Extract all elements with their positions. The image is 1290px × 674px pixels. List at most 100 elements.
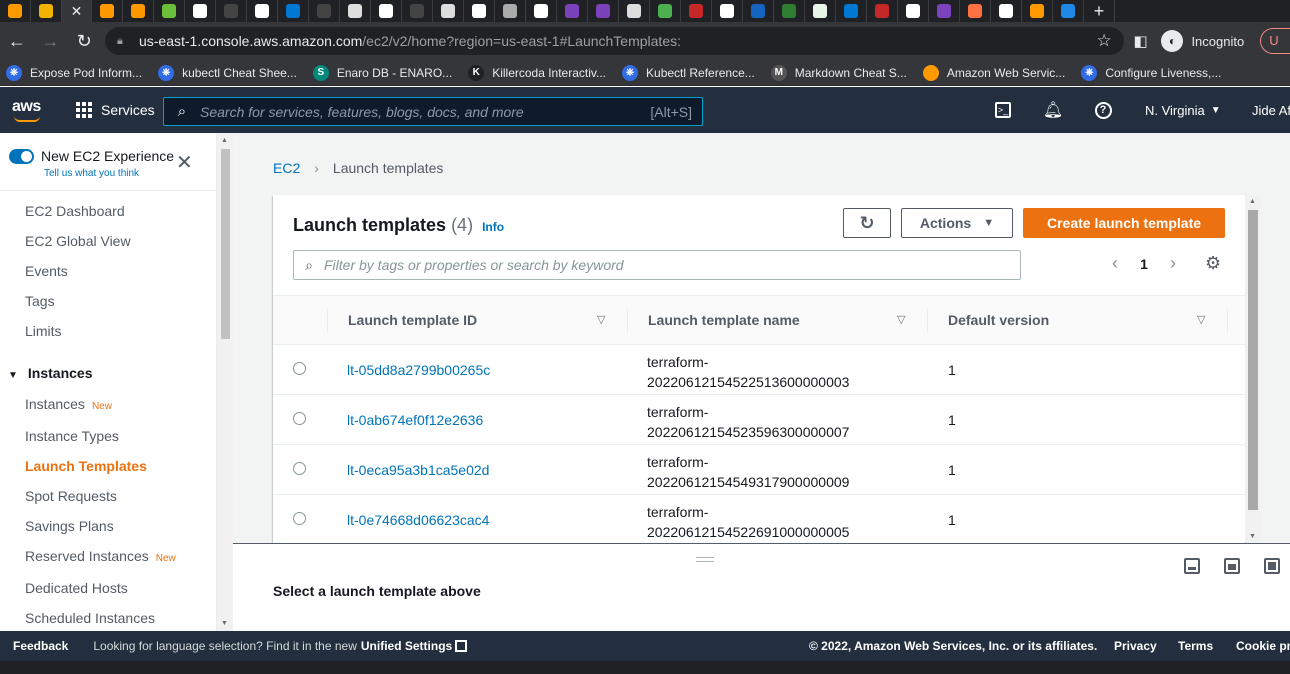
- sidebar-item-limits[interactable]: Limits: [25, 323, 62, 339]
- filter-box[interactable]: ⌕: [293, 250, 1021, 280]
- aws-logo[interactable]: aws: [12, 95, 44, 125]
- bookmark-item[interactable]: ⎈ kubectl Cheat Shee...: [158, 64, 297, 81]
- google-tab-3[interactable]: [371, 0, 402, 22]
- tab-doc[interactable]: [340, 0, 371, 22]
- gear-icon[interactable]: ⚙: [1205, 253, 1221, 274]
- aws-tab-3[interactable]: [92, 0, 123, 22]
- sidebar-scroll-thumb[interactable]: [221, 149, 230, 339]
- aws-tab-2[interactable]: [31, 0, 62, 22]
- table-row[interactable]: lt-0ab674ef0f12e2636 terraform- 2022061215…: [273, 395, 1245, 445]
- row-select-radio[interactable]: [293, 412, 306, 425]
- row-select-radio[interactable]: [293, 512, 306, 525]
- terraform-tab-2[interactable]: [588, 0, 619, 22]
- feedback-link[interactable]: Tell us what you think: [44, 168, 139, 179]
- scroll-down-arrow[interactable]: ▼: [221, 620, 228, 627]
- column-header-id[interactable]: Launch template ID: [348, 312, 477, 328]
- bookmark-item[interactable]: K Killercoda Interactiv...: [468, 64, 606, 81]
- terms-link[interactable]: Terms: [1178, 639, 1213, 653]
- region-selector[interactable]: N. Virginia ▼: [1145, 87, 1221, 133]
- aws-search-box[interactable]: ⌕ [Alt+S]: [163, 97, 703, 126]
- tab-vs[interactable]: [619, 0, 650, 22]
- tab-green[interactable]: [774, 0, 805, 22]
- bookmark-item[interactable]: Amazon Web Servic...: [922, 64, 1065, 81]
- pane-full-icon[interactable]: [1264, 558, 1280, 574]
- google-tab-6[interactable]: [991, 0, 1022, 22]
- template-id-link[interactable]: lt-0ab674ef0f12e2636: [347, 412, 483, 428]
- google-tab-4[interactable]: [464, 0, 495, 22]
- sort-icon[interactable]: ▽: [1197, 313, 1205, 326]
- hashicorp-tab[interactable]: [526, 0, 557, 22]
- template-id-link[interactable]: lt-0eca95a3b1ca5e02d: [347, 462, 489, 478]
- next-page-icon[interactable]: ›: [1161, 253, 1185, 274]
- incognito-indicator[interactable]: ◐ Incognito: [1161, 30, 1244, 52]
- actions-button[interactable]: Actions ▼: [901, 208, 1013, 238]
- column-header-version[interactable]: Default version: [948, 312, 1049, 328]
- github-tab-1[interactable]: [309, 0, 340, 22]
- main-scroll-thumb[interactable]: [1248, 210, 1258, 510]
- column-header-name[interactable]: Launch template name: [648, 312, 800, 328]
- sidebar-item-instance-types[interactable]: Instance Types: [25, 428, 119, 444]
- cloudshell-icon[interactable]: >_: [992, 87, 1014, 133]
- create-launch-template-button[interactable]: Create launch template: [1023, 208, 1225, 238]
- services-menu-button[interactable]: Services: [76, 102, 155, 118]
- scroll-up-arrow[interactable]: ▲: [1249, 198, 1256, 205]
- template-id-link[interactable]: lt-05dd8a2799b00265c: [347, 362, 490, 378]
- aws-tab-5[interactable]: [1022, 0, 1053, 22]
- filter-input[interactable]: [324, 257, 1020, 273]
- terraform-tab-1[interactable]: [557, 0, 588, 22]
- download-tab[interactable]: [650, 0, 681, 22]
- account-menu[interactable]: Jide Af: [1252, 87, 1290, 133]
- pane-side-icon[interactable]: [1224, 558, 1240, 574]
- new-experience-toggle[interactable]: [9, 149, 34, 164]
- table-row[interactable]: lt-0eca95a3b1ca5e02d terraform- 2022061215…: [273, 445, 1245, 495]
- tab-white-green[interactable]: [805, 0, 836, 22]
- table-row[interactable]: lt-0e74668d06623cac4 terraform- 2022061215…: [273, 495, 1245, 545]
- bookmark-star-icon[interactable]: ☆: [1097, 31, 1112, 51]
- bookmark-item[interactable]: M Markdown Cheat S...: [770, 64, 907, 81]
- bell-icon[interactable]: 🔔︎: [1043, 87, 1063, 133]
- help-icon[interactable]: ?: [1093, 87, 1113, 133]
- unified-settings-link[interactable]: Unified Settings: [361, 639, 468, 653]
- sort-icon[interactable]: ▽: [897, 313, 905, 326]
- side-panel-icon[interactable]: ◧: [1124, 22, 1158, 60]
- sidebar-item-events[interactable]: Events: [25, 263, 68, 279]
- close-icon[interactable]: ✕: [176, 153, 193, 173]
- reload-icon[interactable]: ↻: [67, 22, 101, 60]
- active-tab-close[interactable]: ✕: [62, 0, 92, 22]
- bookmark-item[interactable]: ⎈ Kubectl Reference...: [622, 64, 755, 81]
- table-row[interactable]: lt-05dd8a2799b00265c terraform- 2022061215…: [273, 345, 1245, 395]
- sidebar-item-dedicated-hosts[interactable]: Dedicated Hosts: [25, 580, 128, 596]
- github-tab-3[interactable]: [433, 0, 464, 22]
- google-tab-5[interactable]: [712, 0, 743, 22]
- sidebar-scrollbar[interactable]: ▲ ▼: [217, 133, 233, 631]
- aws-tab-1[interactable]: [0, 0, 31, 22]
- azure-tab[interactable]: [278, 0, 309, 22]
- scroll-down-arrow[interactable]: ▼: [1249, 533, 1256, 540]
- sidebar-item-scheduled-instances[interactable]: Scheduled Instances: [25, 610, 155, 626]
- feedback-link[interactable]: Feedback: [13, 639, 68, 653]
- tab-azure-2[interactable]: [836, 0, 867, 22]
- sort-icon[interactable]: ▽: [597, 313, 605, 326]
- previous-page-icon[interactable]: ‹: [1103, 253, 1127, 274]
- sidebar-item-ec2-dashboard[interactable]: EC2 Dashboard: [25, 203, 125, 219]
- bookmark-item[interactable]: S Enaro DB - ENARO...: [312, 64, 452, 81]
- tab-blue-1[interactable]: [743, 0, 774, 22]
- main-scrollbar[interactable]: ▲ ▼: [1245, 196, 1261, 542]
- address-bar[interactable]: 🔒︎ us-east-1.console.aws.amazon.com/ec2/…: [104, 27, 1124, 55]
- refresh-button[interactable]: ↻: [843, 208, 891, 238]
- privacy-link[interactable]: Privacy: [1114, 639, 1157, 653]
- tab-sei[interactable]: [867, 0, 898, 22]
- profile-button[interactable]: U: [1260, 28, 1290, 54]
- sidebar-item-savings-plans[interactable]: Savings Plans: [25, 518, 114, 534]
- sidebar-item-launch-templates[interactable]: Launch Templates: [25, 458, 147, 474]
- github-tab-2[interactable]: [402, 0, 433, 22]
- sidebar-group-instances[interactable]: ▼ Instances: [8, 365, 93, 381]
- row-select-radio[interactable]: [293, 362, 306, 375]
- pane-bottom-icon[interactable]: [1184, 558, 1200, 574]
- forward-icon[interactable]: →: [34, 22, 68, 60]
- sidebar-item-instances[interactable]: Instances New: [25, 396, 112, 412]
- current-page[interactable]: 1: [1127, 256, 1161, 272]
- new-tab[interactable]: +: [1084, 0, 1115, 22]
- google-tab-1[interactable]: [185, 0, 216, 22]
- aws-search-input[interactable]: [200, 103, 651, 120]
